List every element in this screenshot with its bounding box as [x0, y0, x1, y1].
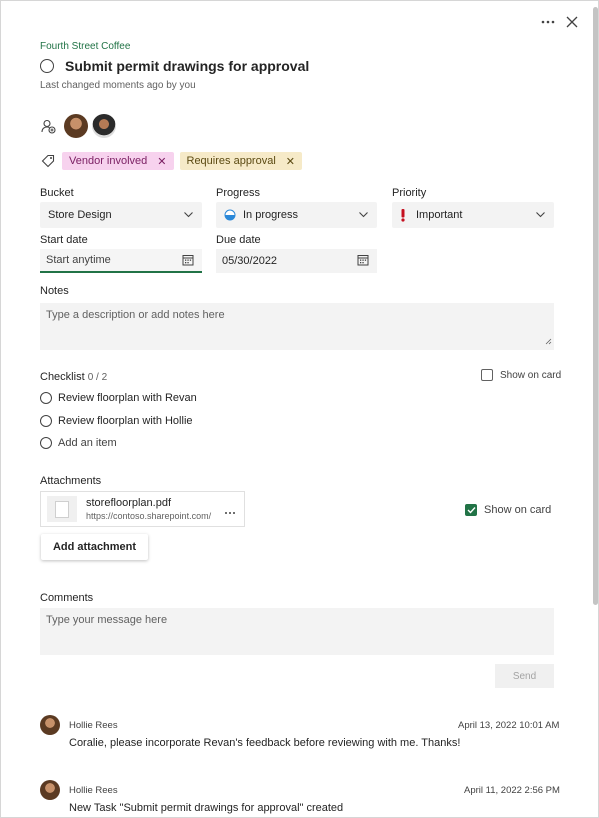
add-assignee-icon[interactable] [40, 118, 56, 134]
checklist-item-text[interactable]: Review floorplan with Revan [58, 392, 197, 404]
checklist-label: Checklist [40, 371, 85, 383]
add-checklist-item[interactable]: Add an item [40, 437, 117, 449]
avatar [40, 715, 60, 735]
label-text: Requires approval [186, 155, 276, 167]
label-tag-icon[interactable] [40, 153, 56, 169]
priority-value: Important [416, 209, 463, 221]
checklist-circle-icon [40, 437, 52, 449]
label-chip[interactable]: Vendor involved ✕ [62, 152, 174, 170]
comment-author: Hollie Rees [69, 720, 118, 731]
notes-placeholder: Type a description or add notes here [46, 309, 225, 321]
remove-label-icon[interactable]: ✕ [286, 155, 295, 168]
attachment-card[interactable]: storefloorplan.pdf https://contoso.share… [40, 491, 245, 527]
bucket-label: Bucket [40, 187, 74, 199]
start-date-input[interactable]: Start anytime [40, 249, 202, 273]
task-details-panel: Fourth Street Coffee Submit permit drawi… [0, 0, 599, 818]
comment-input[interactable]: Type your message here [40, 608, 554, 655]
scrollbar[interactable] [593, 7, 598, 605]
last-changed-text: Last changed moments ago by you [40, 80, 196, 91]
comments-label: Comments [40, 592, 94, 604]
comment-text: New Task "Submit permit drawings for app… [69, 802, 344, 814]
avatar [40, 780, 60, 800]
avatar[interactable] [92, 114, 116, 138]
progress-select[interactable]: In progress [216, 202, 377, 228]
notes-label: Notes [40, 285, 69, 297]
due-date-value: 05/30/2022 [222, 255, 278, 267]
due-date-label: Due date [216, 234, 261, 246]
task-title[interactable]: Submit permit drawings for approval [65, 58, 309, 74]
add-attachment-button[interactable]: Add attachment [41, 534, 148, 560]
bucket-value: Store Design [48, 209, 112, 221]
comment-time: April 13, 2022 10:01 AM [458, 720, 560, 731]
checklist-show-on-card[interactable]: Show on card [481, 369, 561, 381]
send-button[interactable]: Send [495, 664, 554, 688]
due-date-input[interactable]: 05/30/2022 [216, 249, 377, 273]
start-date-label: Start date [40, 234, 88, 246]
more-options-icon[interactable] [539, 13, 557, 31]
checkbox[interactable] [481, 369, 493, 381]
label-text: Vendor involved [69, 155, 148, 167]
important-exclamation-icon [400, 208, 406, 222]
task-title-row: Submit permit drawings for approval [40, 58, 309, 74]
bucket-select[interactable]: Store Design [40, 202, 202, 228]
close-icon[interactable] [563, 13, 581, 31]
file-url: https://contoso.sharepoint.com/ [86, 511, 212, 521]
comment-placeholder: Type your message here [46, 614, 168, 626]
start-date-placeholder: Start anytime [46, 254, 111, 266]
progress-half-circle-icon [224, 209, 236, 221]
checklist-item[interactable]: Review floorplan with Revan [40, 392, 197, 404]
file-name[interactable]: storefloorplan.pdf [86, 497, 211, 509]
plan-name[interactable]: Fourth Street Coffee [40, 41, 130, 52]
attachment-show-on-card[interactable]: Show on card [465, 504, 551, 516]
chevron-down-icon [183, 209, 194, 223]
assignees-row [40, 114, 116, 138]
checklist-header: Checklist 0 / 2 [40, 371, 107, 383]
notes-textarea[interactable]: Type a description or add notes here [40, 303, 554, 350]
labels-row: Vendor involved ✕ Requires approval ✕ [40, 152, 302, 170]
remove-label-icon[interactable]: ✕ [157, 155, 166, 168]
file-thumbnail-icon [47, 496, 77, 522]
priority-select[interactable]: Important [392, 202, 554, 228]
checklist-circle-icon[interactable] [40, 415, 52, 427]
show-on-card-label: Show on card [500, 369, 562, 381]
complete-task-circle-icon[interactable] [40, 59, 54, 73]
comment-author: Hollie Rees [69, 785, 118, 796]
calendar-icon[interactable] [182, 254, 194, 269]
label-chip[interactable]: Requires approval ✕ [179, 152, 302, 170]
comment-time: April 11, 2022 2:56 PM [464, 785, 560, 796]
priority-label: Priority [392, 187, 427, 199]
add-item-text[interactable]: Add an item [58, 437, 117, 449]
progress-label: Progress [216, 187, 261, 199]
checklist-circle-icon[interactable] [40, 392, 52, 404]
show-on-card-label: Show on card [484, 504, 552, 516]
chevron-down-icon [358, 209, 369, 223]
calendar-icon[interactable] [357, 254, 369, 269]
checklist-item-text[interactable]: Review floorplan with Hollie [58, 415, 193, 427]
checklist-count: 0 / 2 [87, 372, 108, 383]
more-options-icon[interactable] [224, 504, 236, 518]
checklist-item[interactable]: Review floorplan with Hollie [40, 415, 193, 427]
resize-handle-icon[interactable] [545, 336, 552, 348]
attachments-label: Attachments [40, 475, 102, 487]
chevron-down-icon [535, 209, 546, 223]
comment-text: Coralie, please incorporate Revan's feed… [69, 737, 461, 749]
checkbox-checked[interactable] [465, 504, 477, 516]
progress-value: In progress [243, 209, 299, 221]
avatar[interactable] [64, 114, 88, 138]
file-info: storefloorplan.pdf https://contoso.share… [86, 497, 211, 521]
